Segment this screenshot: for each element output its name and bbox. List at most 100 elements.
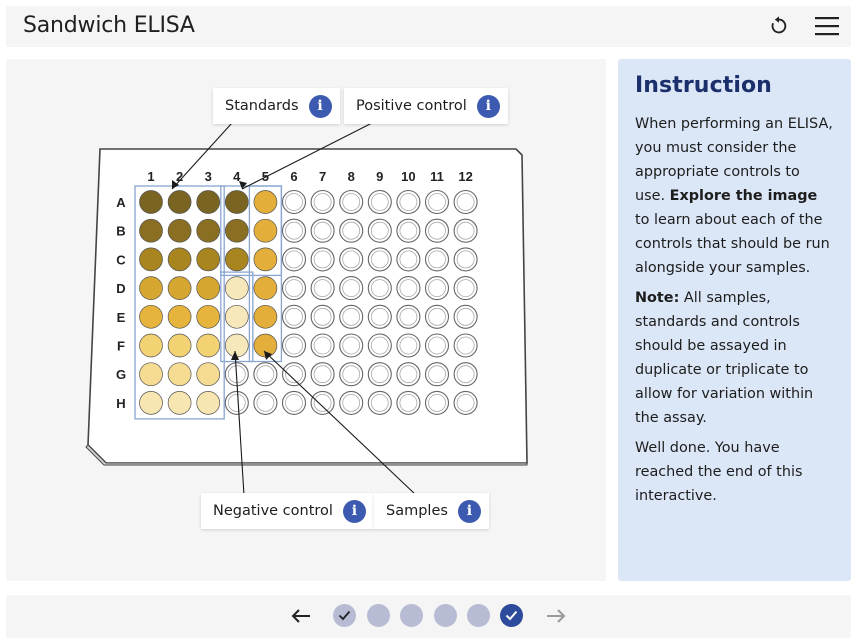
column-label: 2 <box>176 169 183 184</box>
step-dot[interactable] <box>500 604 523 627</box>
step-dot[interactable] <box>333 604 356 627</box>
well <box>281 304 307 329</box>
well <box>139 391 163 415</box>
well <box>396 390 421 415</box>
instruction-paragraph-3: Well done. You have reached the end of t… <box>635 440 803 504</box>
well <box>281 362 307 387</box>
well <box>224 390 249 415</box>
standards-hotspot[interactable]: Standards i <box>213 88 340 124</box>
well <box>396 333 421 358</box>
well <box>167 391 192 415</box>
well <box>139 276 163 300</box>
well <box>396 276 421 301</box>
well <box>281 390 307 415</box>
well <box>367 390 392 415</box>
step-dot[interactable] <box>367 604 390 627</box>
well <box>281 218 307 243</box>
well <box>139 304 163 329</box>
instruction-paragraph-2: Note: All samples, standards and control… <box>635 286 834 430</box>
well <box>224 276 249 300</box>
info-icon: i <box>308 94 332 118</box>
previous-button[interactable] <box>290 605 312 627</box>
check-icon <box>338 610 351 621</box>
check-icon <box>505 610 518 621</box>
well <box>453 247 478 272</box>
menu-button[interactable] <box>811 10 843 42</box>
column-label: 11 <box>430 169 444 184</box>
column-label: 6 <box>290 169 297 184</box>
well <box>339 276 364 301</box>
well <box>424 333 450 358</box>
reset-button[interactable] <box>763 10 795 42</box>
instruction-text: to learn about each of the controls that… <box>635 212 830 276</box>
well <box>167 333 192 358</box>
well <box>196 218 221 243</box>
note-text: All samples, standards and controls shou… <box>635 290 814 426</box>
well <box>139 333 163 358</box>
info-icon: i <box>342 499 366 523</box>
well <box>196 362 221 387</box>
instruction-paragraph-1: When performing an ELISA, you must consi… <box>635 112 834 280</box>
positive-control-label: Positive control <box>356 98 467 114</box>
standards-label: Standards <box>225 98 299 114</box>
well <box>453 390 478 415</box>
well <box>253 190 278 214</box>
well <box>339 218 364 243</box>
well <box>224 218 249 243</box>
well <box>224 247 249 272</box>
well <box>139 190 163 214</box>
samples-hotspot[interactable]: Samples i <box>374 493 489 529</box>
note-label: Note: <box>635 290 680 306</box>
column-label: 9 <box>376 169 383 184</box>
step-dot[interactable] <box>400 604 423 627</box>
well <box>367 247 392 272</box>
well <box>367 333 392 358</box>
well <box>367 189 392 215</box>
well <box>139 218 163 243</box>
arrow-left-icon <box>291 609 310 623</box>
well <box>310 333 335 358</box>
row-label: A <box>116 195 126 210</box>
row-label: F <box>117 339 125 354</box>
navigation-bar <box>6 595 851 638</box>
info-icon: i <box>457 499 481 523</box>
well <box>310 218 335 243</box>
column-label: 5 <box>262 169 269 184</box>
negative-control-hotspot[interactable]: Negative control i <box>201 493 374 529</box>
menu-icon <box>815 17 839 36</box>
column-label: 8 <box>348 169 355 184</box>
well <box>453 276 478 301</box>
step-dot[interactable] <box>467 604 490 627</box>
well <box>310 276 335 301</box>
well <box>424 390 450 415</box>
row-label: G <box>116 367 126 382</box>
well <box>196 391 221 415</box>
well <box>167 247 192 272</box>
well <box>339 362 364 387</box>
row-label: B <box>116 224 125 239</box>
well <box>424 276 450 301</box>
well <box>139 362 163 387</box>
well <box>196 276 221 300</box>
well <box>167 304 192 329</box>
step-dot[interactable] <box>434 604 457 627</box>
well <box>253 390 278 415</box>
well <box>367 304 392 329</box>
well <box>196 304 221 329</box>
well <box>396 304 421 329</box>
header-bar: Sandwich ELISA <box>6 6 851 47</box>
well <box>281 189 307 215</box>
app-title: Sandwich ELISA <box>23 13 195 38</box>
next-button[interactable] <box>545 605 567 627</box>
well <box>396 247 421 272</box>
well <box>396 189 421 215</box>
positive-control-hotspot[interactable]: Positive control i <box>344 88 508 124</box>
row-label: H <box>116 396 125 411</box>
well <box>224 304 249 329</box>
column-label: 10 <box>401 169 415 184</box>
well <box>424 189 450 215</box>
well <box>339 333 364 358</box>
plate-stage: 1 2 3 4 5 6 7 8 9 10 11 12 ABCDEFGH Standards i Pos… <box>6 59 606 581</box>
row-label: C <box>116 252 126 267</box>
instruction-title: Instruction <box>635 73 772 98</box>
